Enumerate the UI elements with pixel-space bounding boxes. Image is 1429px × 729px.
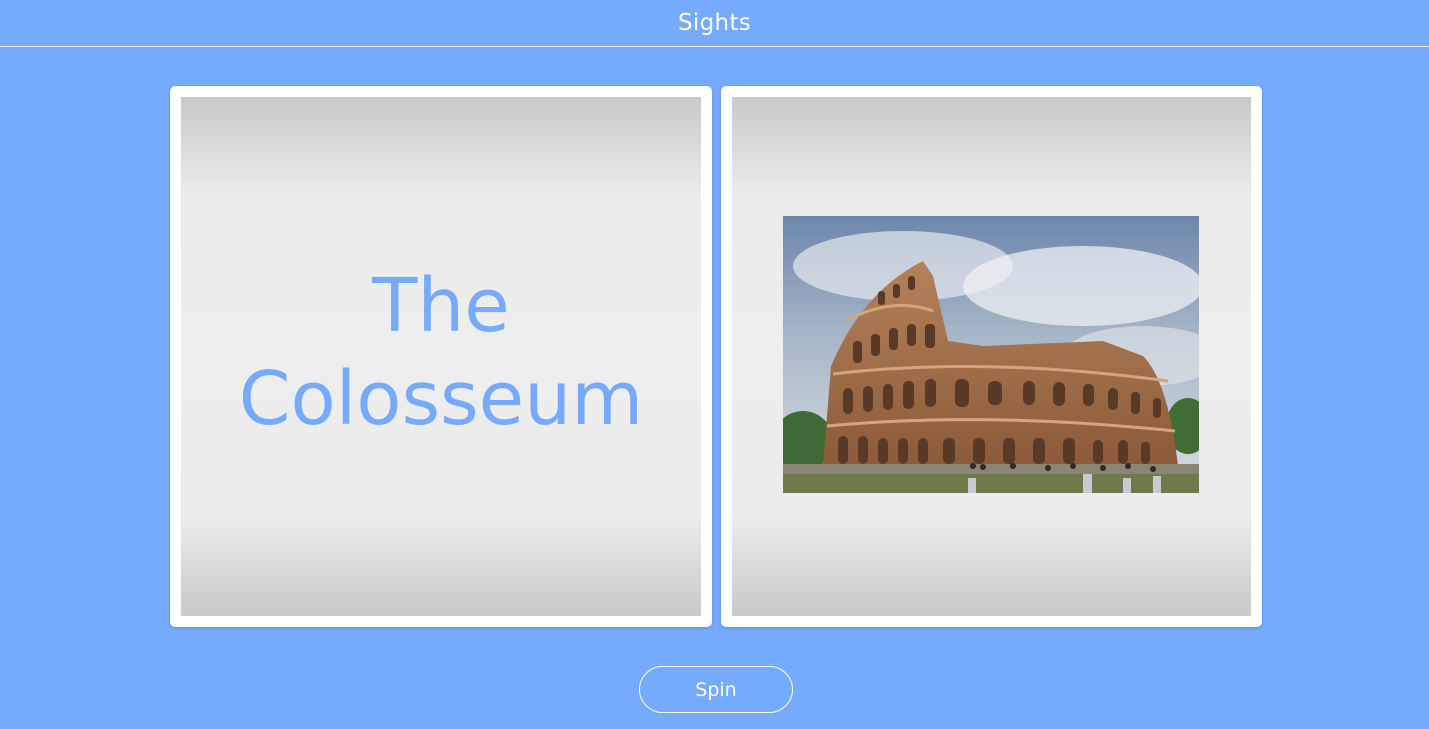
- name-panel: The Colosseum: [181, 97, 701, 616]
- sight-image-card: [721, 86, 1262, 627]
- sight-name-card: The Colosseum: [170, 86, 712, 627]
- sight-name-text: The Colosseum: [238, 262, 644, 442]
- page-title: Sights: [678, 10, 751, 36]
- colosseum-photo: [783, 216, 1199, 493]
- image-panel: [732, 97, 1251, 616]
- app-header: Sights: [0, 0, 1429, 47]
- spin-button[interactable]: Spin: [639, 666, 793, 713]
